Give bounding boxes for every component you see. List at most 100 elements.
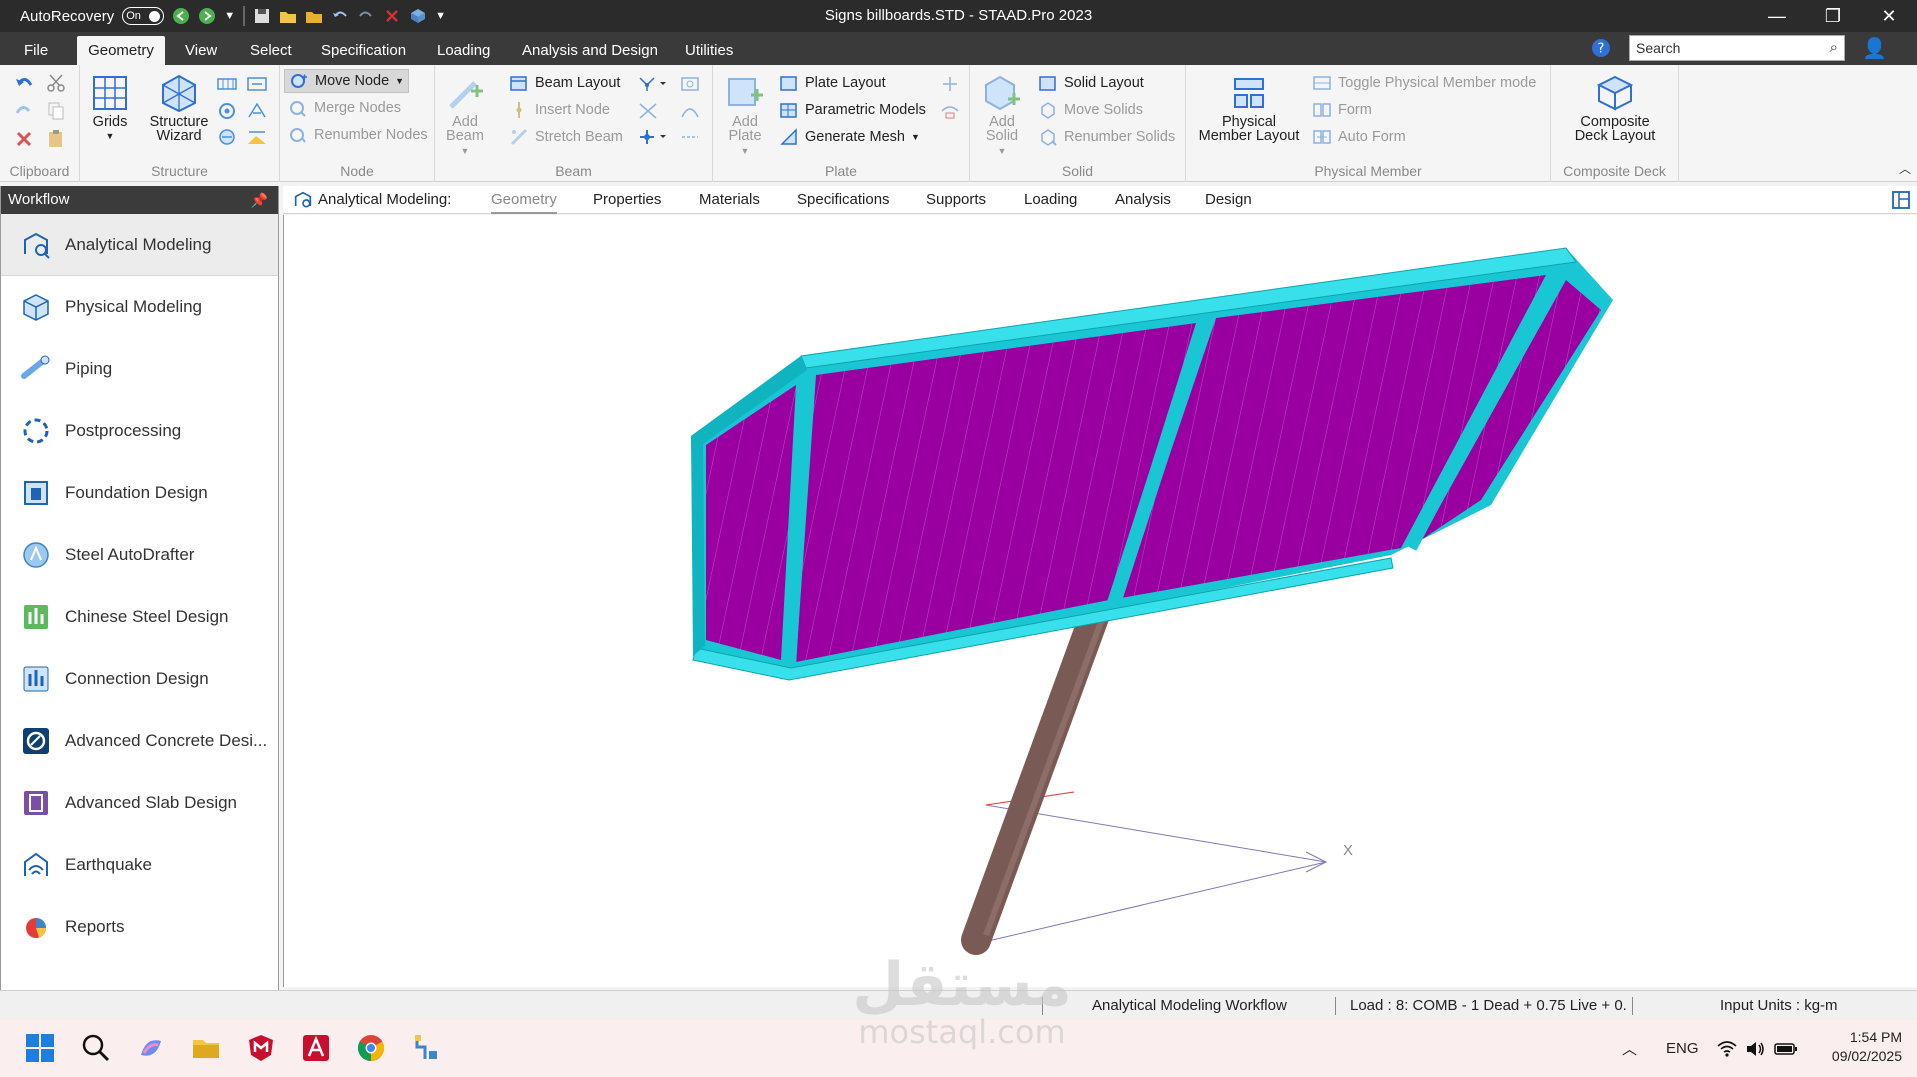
cut-icon[interactable] xyxy=(46,73,66,93)
undo-icon[interactable] xyxy=(14,73,34,93)
workflow-item-piping[interactable]: Piping xyxy=(1,338,278,400)
open-icon[interactable] xyxy=(279,7,297,25)
renumber-solids-button[interactable]: Renumber Solids xyxy=(1038,125,1175,149)
plate-layout-button[interactable]: Plate Layout xyxy=(779,71,886,95)
curved-beam-icon[interactable] xyxy=(679,101,701,121)
plate-tool-1-icon[interactable] xyxy=(939,75,961,93)
user-icon[interactable]: 👤 xyxy=(1862,36,1892,60)
subtab-geometry[interactable]: Geometry xyxy=(491,186,557,214)
tab-utilities[interactable]: Utilities xyxy=(675,36,743,65)
merge-nodes-button[interactable]: Merge Nodes xyxy=(288,96,401,120)
connect-beams-icon[interactable] xyxy=(679,75,701,93)
autorecovery-toggle[interactable]: On xyxy=(122,7,165,25)
workflow-item-advanced-concrete-design[interactable]: Advanced Concrete Desi... xyxy=(1,710,278,772)
plate-tool-2-icon[interactable] xyxy=(939,101,961,121)
subtab-supports[interactable]: Supports xyxy=(926,186,986,214)
delete-icon[interactable] xyxy=(14,129,34,149)
add-beam-button[interactable]: Add Beam ▼ xyxy=(443,73,487,158)
paste-icon[interactable] xyxy=(46,129,66,149)
mirror-icon[interactable] xyxy=(246,101,268,121)
add-plate-button[interactable]: Add Plate ▼ xyxy=(723,73,767,158)
save-icon[interactable] xyxy=(253,7,271,25)
toggle-physical-member-button[interactable]: Toggle Physical Member mode xyxy=(1312,71,1536,95)
move-node-button[interactable]: Move Node ▼ xyxy=(284,69,410,93)
parametric-models-button[interactable]: Parametric Models xyxy=(779,98,926,122)
insert-node-button[interactable]: Insert Node xyxy=(509,98,610,122)
collapse-ribbon-icon[interactable]: ︿ xyxy=(1899,160,1911,177)
tray-overflow-icon[interactable]: ︿ xyxy=(1622,1020,1637,1077)
redo-icon[interactable] xyxy=(14,101,34,121)
structure-wizard-button[interactable]: Structure Wizard xyxy=(143,73,215,143)
volume-icon[interactable] xyxy=(1745,1020,1767,1077)
split-beam-icon[interactable] xyxy=(637,75,667,93)
tab-select[interactable]: Select xyxy=(240,36,302,65)
start-icon[interactable] xyxy=(22,1030,58,1066)
restore-icon[interactable]: ❐ xyxy=(1805,0,1861,32)
qat-customize-icon[interactable]: ▼ xyxy=(435,10,446,22)
workflow-item-connection-design[interactable]: Connection Design xyxy=(1,648,278,710)
search-input[interactable]: Search ⌕ xyxy=(1629,35,1845,61)
workflow-item-advanced-slab-design[interactable]: Advanced Slab Design xyxy=(1,772,278,834)
auto-form-button[interactable]: Auto Form xyxy=(1312,125,1406,149)
intersect-beams-icon[interactable] xyxy=(637,101,659,121)
circular-repeat-icon[interactable] xyxy=(246,75,268,93)
battery-icon[interactable] xyxy=(1774,1020,1798,1077)
help-icon[interactable]: ? xyxy=(1591,38,1611,58)
staad-pro-taskbar-icon[interactable] xyxy=(408,1030,444,1066)
mcafee-icon[interactable] xyxy=(243,1030,279,1066)
search-taskbar-icon[interactable] xyxy=(78,1030,114,1066)
rotate-icon[interactable] xyxy=(216,101,238,121)
language-indicator[interactable]: ENG xyxy=(1666,1020,1699,1077)
copilot-icon[interactable] xyxy=(133,1030,169,1066)
tab-file[interactable]: File xyxy=(14,36,58,65)
workflow-item-reports[interactable]: Reports xyxy=(1,896,278,958)
grids-button[interactable]: Grids ▼ xyxy=(90,73,130,143)
subtab-loading[interactable]: Loading xyxy=(1024,186,1077,214)
beam-layout-button[interactable]: Beam Layout xyxy=(509,71,620,95)
workflow-item-earthquake[interactable]: Earthquake xyxy=(1,834,278,896)
tab-loading[interactable]: Loading xyxy=(427,36,500,65)
back-icon[interactable] xyxy=(172,7,190,25)
workflow-item-analytical-modeling[interactable]: Analytical Modeling xyxy=(1,214,278,276)
form-button[interactable]: Form xyxy=(1312,98,1372,122)
minimize-icon[interactable]: — xyxy=(1749,0,1805,32)
tab-specification[interactable]: Specification xyxy=(311,36,416,65)
undo-icon[interactable] xyxy=(331,7,349,25)
subtab-design[interactable]: Design xyxy=(1205,186,1252,214)
add-solid-button[interactable]: Add Solid ▼ xyxy=(980,73,1024,158)
clock[interactable]: 1:54 PM 09/02/2025 xyxy=(1818,1028,1902,1066)
search-icon[interactable]: ⌕ xyxy=(1830,39,1838,56)
subtab-properties[interactable]: Properties xyxy=(593,186,661,214)
subtab-specifications[interactable]: Specifications xyxy=(797,186,890,214)
tab-analysis-design[interactable]: Analysis and Design xyxy=(512,36,668,65)
solid-layout-button[interactable]: Solid Layout xyxy=(1038,71,1144,95)
workflow-item-foundation-design[interactable]: Foundation Design xyxy=(1,462,278,524)
close-file-icon[interactable] xyxy=(383,7,401,25)
close-icon[interactable]: ✕ xyxy=(1861,0,1917,32)
stretch-beam-button[interactable]: Stretch Beam xyxy=(509,125,623,149)
folder-icon[interactable] xyxy=(305,7,323,25)
autocad-icon[interactable] xyxy=(298,1030,334,1066)
composite-deck-layout-button[interactable]: Composite Deck Layout xyxy=(1559,73,1671,143)
wifi-icon[interactable] xyxy=(1716,1020,1738,1077)
chrome-icon[interactable] xyxy=(353,1030,389,1066)
add-node-icon[interactable] xyxy=(637,127,667,147)
tab-view[interactable]: View xyxy=(175,36,227,65)
copy-icon[interactable] xyxy=(46,101,66,121)
subtab-materials[interactable]: Materials xyxy=(699,186,760,214)
forward-icon[interactable] xyxy=(198,7,216,25)
connect-icon[interactable] xyxy=(216,127,238,147)
physical-member-layout-button[interactable]: Physical Member Layout xyxy=(1194,73,1304,143)
panel-layout-icon[interactable] xyxy=(1891,190,1911,210)
tab-geometry[interactable]: Geometry xyxy=(77,36,165,65)
qat-dropdown-icon[interactable]: ▼ xyxy=(224,10,235,22)
translational-repeat-icon[interactable] xyxy=(216,75,238,93)
model-viewport[interactable]: X xyxy=(283,215,1917,987)
file-explorer-icon[interactable] xyxy=(188,1030,224,1066)
redo-icon[interactable] xyxy=(357,7,375,25)
scale-icon[interactable] xyxy=(246,127,268,147)
workflow-item-physical-modeling[interactable]: Physical Modeling xyxy=(1,276,278,338)
model-icon[interactable] xyxy=(409,7,427,25)
generate-mesh-button[interactable]: Generate Mesh ▼ xyxy=(779,125,920,149)
pin-icon[interactable]: 📌 xyxy=(251,186,268,214)
